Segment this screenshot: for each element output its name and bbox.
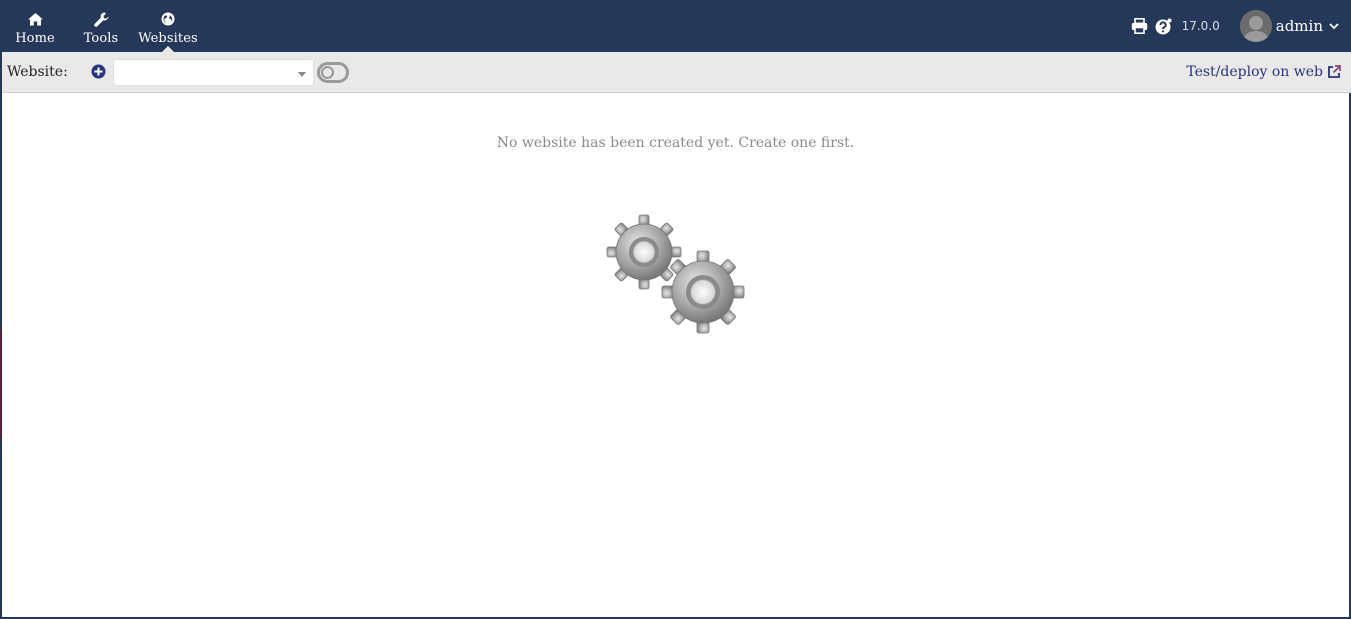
test-deploy-label: Test/deploy on web bbox=[1186, 64, 1323, 80]
wrench-icon bbox=[93, 11, 109, 27]
help-icon[interactable] bbox=[1155, 17, 1173, 35]
gears-icon bbox=[604, 212, 748, 336]
nav-label-tools: Tools bbox=[83, 31, 119, 46]
version-label: 17.0.0 bbox=[1181, 19, 1220, 33]
header-right-area: 17.0.0 admin bbox=[1131, 0, 1339, 52]
website-toggle[interactable] bbox=[317, 62, 349, 83]
nav-label-websites: Websites bbox=[138, 31, 198, 46]
top-navigation-bar: Home Tools Websites 17.0.0 admin bbox=[0, 0, 1351, 52]
empty-state-message: No website has been created yet. Create … bbox=[496, 135, 855, 151]
nav-item-websites[interactable]: Websites bbox=[138, 0, 198, 52]
toggle-knob bbox=[321, 66, 334, 79]
username[interactable]: admin bbox=[1276, 17, 1323, 35]
website-select[interactable] bbox=[113, 59, 314, 86]
external-link-icon bbox=[1327, 65, 1341, 79]
avatar[interactable] bbox=[1239, 10, 1272, 42]
nav-item-tools[interactable]: Tools bbox=[78, 0, 124, 52]
test-deploy-link[interactable]: Test/deploy on web bbox=[1186, 64, 1341, 80]
chevron-down-icon[interactable] bbox=[1329, 21, 1339, 31]
select-arrow-icon bbox=[298, 72, 306, 77]
nav-item-home[interactable]: Home bbox=[12, 0, 58, 52]
website-label: Website: bbox=[7, 64, 68, 80]
printer-icon[interactable] bbox=[1131, 17, 1149, 35]
nav-label-home: Home bbox=[15, 31, 55, 46]
add-website-icon[interactable] bbox=[91, 64, 106, 79]
home-icon bbox=[27, 11, 43, 27]
globe-icon bbox=[160, 11, 176, 27]
website-toolbar: Website: Test/deploy on web bbox=[2, 52, 1351, 93]
